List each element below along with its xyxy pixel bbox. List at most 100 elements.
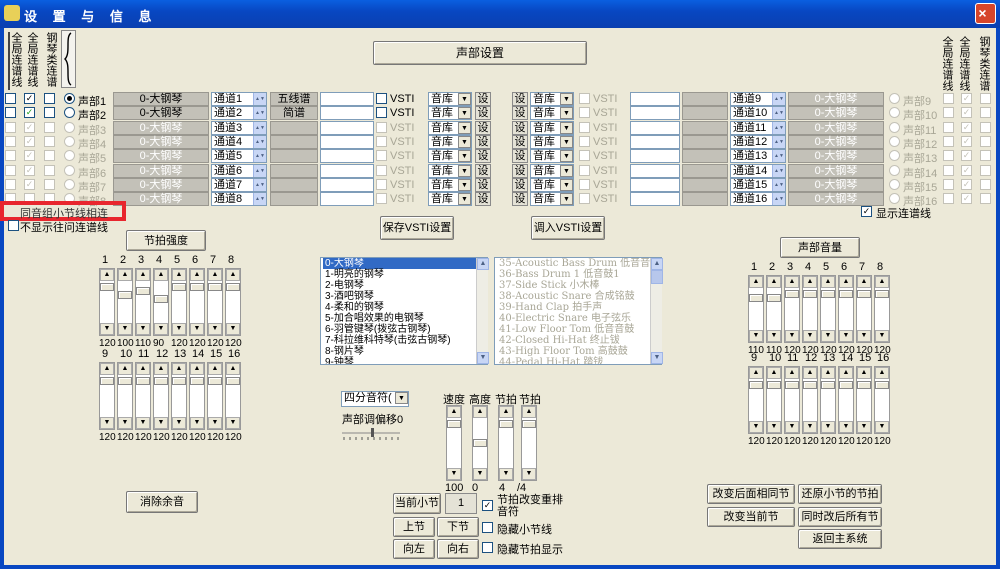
slider-thumb[interactable] [749, 381, 763, 389]
instrument-field[interactable]: 0-大钢琴 [113, 106, 209, 121]
vsti-path-input[interactable] [630, 92, 680, 106]
arrow-up-icon[interactable]: ▲ [190, 269, 204, 281]
arrow-down-icon[interactable]: ▼ [154, 417, 168, 429]
arrow-up-icon[interactable]: ▲ [803, 276, 817, 288]
instrument-list-item[interactable]: 3-酒吧钢琴 [323, 291, 487, 302]
notation-mode[interactable] [682, 192, 728, 207]
arrow-down-icon[interactable]: ▼ [749, 330, 763, 342]
slider-thumb[interactable] [875, 290, 889, 298]
set-button[interactable]: 设 [475, 163, 491, 178]
vsti-path-input[interactable] [630, 192, 680, 207]
chevron-down-icon[interactable]: ▼ [560, 193, 573, 206]
arrow-up-icon[interactable]: ▲ [100, 363, 114, 375]
level-slider[interactable]: ▲ ▼ [784, 366, 800, 434]
pitch-offset-slider[interactable] [342, 428, 400, 440]
speed-slider[interactable]: ▲ ▼ [446, 405, 462, 481]
instrument-list-item[interactable]: 4-柔和的钢琴 [323, 302, 487, 313]
voice-volume-button[interactable]: 声部音量 [780, 237, 860, 258]
vsti-path-input[interactable] [630, 177, 680, 192]
instrument-field[interactable]: 0-大钢琴 [113, 120, 209, 135]
current-bar-button[interactable]: 当前小节 [393, 493, 441, 514]
piano-link-checkbox[interactable] [44, 178, 55, 190]
chevron-down-icon[interactable]: ▼ [560, 107, 573, 120]
instrument-field[interactable]: 0-大钢琴 [788, 120, 884, 135]
piano-link-checkbox[interactable] [980, 164, 991, 176]
change-all-button[interactable]: 同时改后所有节 [798, 507, 882, 527]
arrow-up-icon[interactable]: ▲ [839, 367, 853, 379]
global-link2-checkbox[interactable]: ✓ [961, 121, 972, 133]
no-show-link-checkbox[interactable] [8, 220, 19, 231]
piano-link-checkbox[interactable] [44, 150, 55, 162]
level-slider[interactable]: ▲ ▼ [820, 275, 836, 343]
slider-thumb[interactable] [226, 377, 240, 385]
chevron-down-icon[interactable]: ▼ [458, 193, 471, 206]
chevron-down-icon[interactable]: ▼ [560, 93, 573, 105]
arrow-up-icon[interactable]: ▲ [118, 269, 132, 281]
global-link2-checkbox[interactable]: ✓ [24, 93, 35, 104]
slider-thumb[interactable] [839, 290, 853, 298]
arrow-up-icon[interactable]: ▲ [767, 276, 781, 288]
sound-library-select[interactable]: 音库 ▼ [428, 134, 472, 149]
vsti-checkbox[interactable] [376, 93, 387, 104]
set-button[interactable]: 设 [475, 149, 491, 164]
spin-icon[interactable]: ▲▼ [253, 164, 266, 177]
slider-thumb[interactable] [118, 377, 132, 385]
change-after-button[interactable]: 改变后面相同节 [707, 484, 795, 504]
close-button[interactable]: × [975, 3, 996, 24]
drum-list-scrollbar[interactable]: ▲ ▼ [650, 258, 663, 364]
scroll-down-icon[interactable]: ▼ [651, 352, 663, 364]
slider-thumb[interactable] [100, 377, 114, 385]
channel-select[interactable]: 通道3 ▲▼ [211, 120, 267, 135]
notation-mode[interactable] [682, 92, 728, 106]
move-left-button[interactable]: 向左 [393, 539, 435, 559]
global-link-checkbox[interactable] [5, 135, 16, 147]
channel-select[interactable]: 通道12 ▲▼ [730, 134, 786, 149]
global-link2-checkbox[interactable]: ✓ [24, 135, 35, 147]
global-link-checkbox[interactable] [5, 164, 16, 176]
instrument-field[interactable]: 0-大钢琴 [788, 192, 884, 207]
arrow-up-icon[interactable]: ▲ [785, 367, 799, 379]
vsti-checkbox[interactable] [376, 193, 387, 205]
spin-icon[interactable]: ▲▼ [772, 107, 785, 120]
return-main-button[interactable]: 返回主系统 [798, 529, 882, 549]
show-link-checkbox[interactable]: ✓ [861, 206, 872, 217]
left-tab-3[interactable]: 钢琴类连谱 [45, 32, 57, 90]
channel-select[interactable]: 通道9 ▲▼ [730, 92, 786, 106]
sound-library-select[interactable]: 音库 ▼ [530, 177, 574, 192]
global-link2-checkbox[interactable]: ✓ [961, 193, 972, 205]
global-link-checkbox[interactable] [5, 93, 16, 104]
prev-bar-button[interactable]: 上节 [393, 517, 435, 537]
spin-icon[interactable]: ▲▼ [772, 150, 785, 163]
arrow-down-icon[interactable]: ▼ [821, 330, 835, 342]
voice-radio[interactable] [64, 93, 75, 104]
instrument-field[interactable]: 0-大钢琴 [113, 92, 209, 106]
arrow-down-icon[interactable]: ▼ [118, 417, 132, 429]
arrow-up-icon[interactable]: ▲ [803, 367, 817, 379]
instrument-list[interactable]: 0-大钢琴 1-明亮的钢琴 2-电钢琴 3-酒吧钢琴 4-柔和的钢琴 5-加合唱效果的电钢… [320, 257, 488, 365]
set-button[interactable]: 设 [475, 192, 491, 207]
arrow-down-icon[interactable]: ▼ [136, 323, 150, 335]
slider-thumb[interactable] [118, 291, 132, 299]
set-button[interactable]: 设 [475, 134, 491, 149]
arrow-down-icon[interactable]: ▼ [857, 330, 871, 342]
vsti-checkbox[interactable] [376, 121, 387, 133]
global-link-checkbox[interactable] [5, 178, 16, 190]
instrument-list-item[interactable]: 7-科拉维科特琴(击弦古钢琴) [323, 335, 487, 346]
arrow-up-icon[interactable]: ▲ [749, 367, 763, 379]
level-slider[interactable]: ▲ ▼ [838, 366, 854, 434]
drum-list-item[interactable]: 42-Closed Hi-Hat 终止钹 [497, 335, 661, 346]
vsti-path-input[interactable] [320, 177, 374, 192]
vsti-checkbox[interactable] [579, 107, 590, 119]
arrow-down-icon[interactable]: ▼ [172, 417, 186, 429]
spin-icon[interactable]: ▲▼ [253, 93, 266, 105]
piano-link-checkbox[interactable] [44, 93, 55, 104]
arrow-down-icon[interactable]: ▼ [767, 330, 781, 342]
sound-library-select[interactable]: 音库 ▼ [428, 120, 472, 135]
beat-strength-button[interactable]: 节拍强度 [126, 230, 206, 251]
slider-thumb[interactable] [208, 283, 222, 291]
vsti-checkbox[interactable] [579, 150, 590, 162]
notation-mode[interactable] [682, 120, 728, 135]
level-slider[interactable]: ▲ ▼ [207, 362, 223, 430]
vsti-checkbox[interactable] [376, 164, 387, 176]
vsti-checkbox[interactable] [376, 107, 387, 119]
